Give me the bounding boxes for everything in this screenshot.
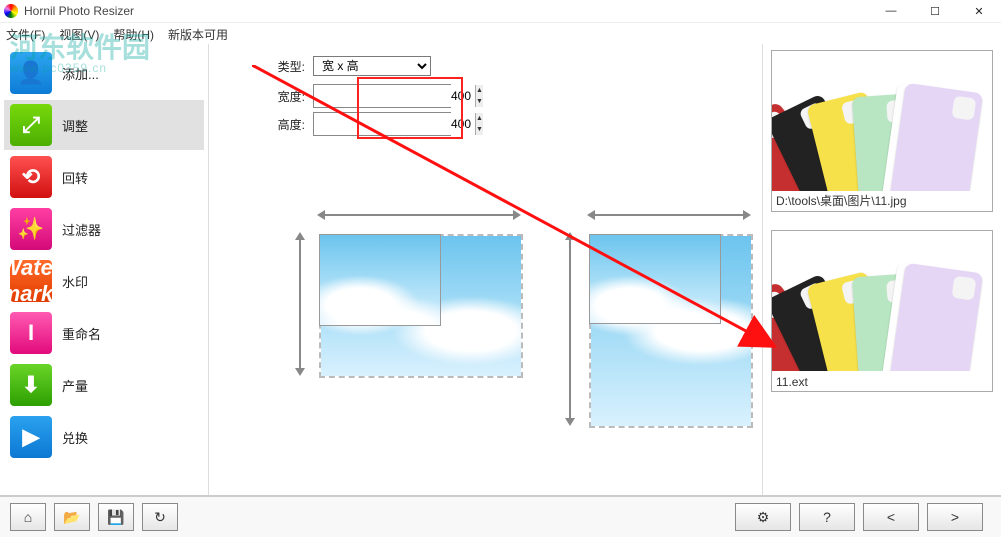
menu-help[interactable]: 帮助(H): [113, 26, 154, 43]
type-row: 类型: 宽 x 高: [265, 56, 431, 76]
sidebar: 👤 添加... ⤢ 调整 ⟲ 回转 ✨ 过滤器 Watermark 水印 I 重…: [0, 44, 208, 497]
resize-preview: [299, 174, 779, 414]
height-spinner[interactable]: ▲▼: [313, 112, 451, 136]
minimize-button[interactable]: —: [869, 0, 913, 22]
sidebar-item-resize[interactable]: ⤢ 调整: [4, 100, 204, 150]
rename-icon: I: [10, 312, 52, 354]
watermark-icon: Watermark: [10, 260, 52, 302]
rotate-icon: ⟲: [10, 156, 52, 198]
source-thumbnail-caption: D:\tools\桌面\图片\11.jpg: [776, 192, 907, 209]
height-dimension-arrow-after: [569, 234, 571, 424]
sidebar-item-label: 兑换: [62, 428, 88, 447]
preview-before-overlay: [319, 234, 441, 326]
next-button[interactable]: >: [927, 503, 983, 531]
main-area: 👤 添加... ⤢ 调整 ⟲ 回转 ✨ 过滤器 Watermark 水印 I 重…: [0, 44, 1001, 497]
result-thumbnail-image: [772, 231, 992, 371]
sidebar-item-label: 回转: [62, 168, 88, 187]
settings-button[interactable]: ⚙: [735, 503, 791, 531]
content-panel: 类型: 宽 x 高 宽度: ▲▼ 高度: ▲▼: [208, 44, 763, 497]
maximize-button[interactable]: ☐: [913, 0, 957, 22]
help-button[interactable]: ?: [799, 503, 855, 531]
sidebar-item-rotate[interactable]: ⟲ 回转: [4, 152, 204, 202]
footer-toolbar: ⌂ 📂 💾 ↻ ⚙ ? < >: [0, 495, 1001, 537]
width-row: 宽度: ▲▼: [265, 84, 451, 108]
sidebar-item-filter[interactable]: ✨ 过滤器: [4, 204, 204, 254]
refresh-button[interactable]: ↻: [142, 503, 178, 531]
result-thumbnail-caption: 11.ext: [776, 375, 808, 389]
sidebar-item-label: 重命名: [62, 324, 101, 343]
width-dimension-arrow-before: [319, 214, 519, 216]
sidebar-item-label: 产量: [62, 376, 88, 395]
width-dimension-arrow-after: [589, 214, 749, 216]
source-thumbnail[interactable]: D:\tools\桌面\图片\11.jpg: [771, 50, 993, 212]
sidebar-item-add[interactable]: 👤 添加...: [4, 48, 204, 98]
resize-icon: ⤢: [10, 104, 52, 146]
sidebar-item-label: 水印: [62, 272, 88, 291]
open-button[interactable]: 📂: [54, 503, 90, 531]
sidebar-item-label: 添加...: [62, 64, 99, 83]
output-icon: ⬇: [10, 364, 52, 406]
sidebar-item-output[interactable]: ⬇ 产量: [4, 360, 204, 410]
type-label: 类型:: [265, 58, 305, 75]
add-icon: 👤: [10, 52, 52, 94]
sidebar-item-label: 过滤器: [62, 220, 101, 239]
width-spinner[interactable]: ▲▼: [313, 84, 451, 108]
menu-updates[interactable]: 新版本可用: [168, 26, 228, 43]
save-button[interactable]: 💾: [98, 503, 134, 531]
close-button[interactable]: ✕: [957, 0, 1001, 22]
sidebar-item-convert[interactable]: ▶ 兑换: [4, 412, 204, 462]
width-label: 宽度:: [265, 88, 305, 105]
filter-icon: ✨: [10, 208, 52, 250]
source-thumbnail-image: [772, 51, 992, 191]
convert-icon: ▶: [10, 416, 52, 458]
result-thumbnail[interactable]: 11.ext: [771, 230, 993, 392]
menu-bar: 文件(F) 视图(V) 帮助(H) 新版本可用: [0, 23, 1001, 45]
menu-view[interactable]: 视图(V): [59, 26, 99, 43]
width-input[interactable]: [314, 85, 475, 107]
sidebar-item-label: 调整: [62, 116, 88, 135]
sidebar-item-watermark[interactable]: Watermark 水印: [4, 256, 204, 306]
preview-after-overlay: [589, 234, 721, 324]
preview-panel: D:\tools\桌面\图片\11.jpg 11.ext: [763, 44, 1001, 497]
title-bar: Hornil Photo Resizer — ☐ ✕: [0, 0, 1001, 23]
type-select[interactable]: 宽 x 高: [313, 56, 431, 76]
app-icon: [4, 4, 18, 18]
home-button[interactable]: ⌂: [10, 503, 46, 531]
window-title: Hornil Photo Resizer: [24, 4, 134, 18]
sidebar-item-rename[interactable]: I 重命名: [4, 308, 204, 358]
height-label: 高度:: [265, 116, 305, 133]
prev-button[interactable]: <: [863, 503, 919, 531]
height-input[interactable]: [314, 113, 475, 135]
height-row: 高度: ▲▼: [265, 112, 451, 136]
width-spin-buttons[interactable]: ▲▼: [475, 85, 483, 107]
menu-file[interactable]: 文件(F): [6, 26, 45, 43]
height-dimension-arrow-before: [299, 234, 301, 374]
height-spin-buttons[interactable]: ▲▼: [475, 113, 483, 135]
